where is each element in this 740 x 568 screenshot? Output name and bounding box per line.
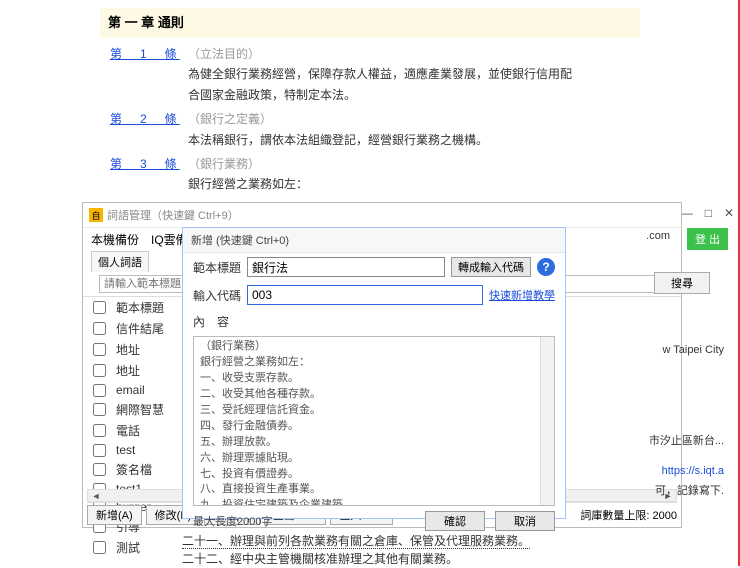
list-checkbox[interactable] bbox=[93, 403, 106, 416]
close-icon[interactable]: ✕ bbox=[724, 206, 734, 220]
partial-link[interactable]: https://s.iqt.a bbox=[662, 465, 724, 477]
list-checkbox[interactable] bbox=[93, 322, 106, 335]
article-text: 二十二、經中央主管機關核准辦理之其他有關業務。 bbox=[182, 550, 530, 568]
article-link[interactable]: 第 3 條 bbox=[110, 154, 188, 195]
content-line: （銀行業務） bbox=[200, 339, 548, 355]
search-button[interactable]: 搜尋 bbox=[654, 272, 710, 294]
dialog-title: 新增 (快速鍵 Ctrl+0) bbox=[183, 228, 565, 253]
content-line: 銀行經營之業務如左： bbox=[200, 355, 548, 371]
article-subtitle: （立法目的） bbox=[188, 44, 700, 64]
content-line: 一、收受支票存款。 bbox=[200, 371, 548, 387]
list-checkbox[interactable] bbox=[93, 384, 106, 397]
maximize-icon[interactable]: □ bbox=[705, 206, 712, 220]
list-item-label: 範本標題 bbox=[116, 299, 164, 316]
article-3: 第 3 條 （銀行業務） 銀行經營之業務如左： bbox=[110, 154, 700, 195]
scroll-left-icon[interactable]: ◄ bbox=[90, 491, 102, 501]
article-subtitle: （銀行業務） bbox=[188, 154, 700, 174]
max-length-label: 最大長度2000字 bbox=[193, 513, 272, 529]
content-line: 五、辦理放款。 bbox=[200, 435, 548, 451]
window-controls: — □ ✕ bbox=[681, 206, 734, 220]
content-line: 三、受託經理信託資金。 bbox=[200, 403, 548, 419]
content-textarea[interactable]: （銀行業務）銀行經營之業務如左：一、收受支票存款。二、收受其他各種存款。三、受託… bbox=[193, 336, 555, 506]
partial-text: 市汐止區新台... bbox=[649, 432, 724, 448]
background-document-bottom: 二十一、辦理與前列各款業務有關之倉庫、保管及代理服務業務。 二十二、經中央主管機… bbox=[182, 532, 530, 568]
help-icon[interactable]: ? bbox=[537, 258, 555, 276]
content-line: 七、投資有價證券。 bbox=[200, 467, 548, 483]
list-item-label: 測試 bbox=[116, 539, 140, 556]
content-line: 四、發行金融債券。 bbox=[200, 419, 548, 435]
content-line: 六、辦理票據貼現。 bbox=[200, 451, 548, 467]
article-1: 第 1 條 （立法目的） 為健全銀行業務經營，保障存款人權益，適應產業發展，並使… bbox=[110, 44, 700, 105]
list-checkbox[interactable] bbox=[93, 444, 106, 457]
list-item-label: 信件結尾 bbox=[116, 320, 164, 337]
add-phrase-dialog: 新增 (快速鍵 Ctrl+0) 範本標題 轉成輸入代碼 ? 輸入代碼 快速新增教… bbox=[182, 227, 566, 519]
list-item-label: 地址 bbox=[116, 341, 140, 358]
list-checkbox[interactable] bbox=[93, 424, 106, 437]
list-checkbox[interactable] bbox=[93, 301, 106, 314]
label-content: 內 容 bbox=[193, 313, 241, 330]
limit-label: 詞庫數量上限: 2000 bbox=[580, 507, 677, 523]
partial-text: .com bbox=[646, 230, 670, 242]
convert-code-button[interactable]: 轉成輸入代碼 bbox=[451, 257, 531, 277]
background-document: 第 一 章 通則 第 1 條 （立法目的） 為健全銀行業務經營，保障存款人權益，… bbox=[0, 0, 740, 207]
list-checkbox[interactable] bbox=[93, 463, 106, 476]
list-checkbox[interactable] bbox=[93, 343, 106, 356]
article-link[interactable]: 第 2 條 bbox=[110, 109, 188, 150]
label-input-code: 輸入代碼 bbox=[193, 287, 241, 304]
list-item-label: email bbox=[116, 383, 145, 397]
article-text: 銀行經營之業務如左： bbox=[188, 174, 700, 194]
tutorial-link[interactable]: 快速新增教學 bbox=[489, 287, 555, 303]
vertical-scrollbar[interactable] bbox=[540, 337, 554, 505]
minimize-icon[interactable]: — bbox=[681, 206, 693, 220]
article-text: 合國家金融政策，特制定本法。 bbox=[188, 85, 700, 105]
article-subtitle: （銀行之定義） bbox=[188, 109, 700, 129]
template-title-input[interactable] bbox=[247, 257, 445, 277]
list-item-label: 電話 bbox=[116, 422, 140, 439]
article-text: 二十一、辦理與前列各款業務有關之倉庫、保管及代理服務業務。 bbox=[182, 532, 530, 550]
label-template-title: 範本標題 bbox=[193, 259, 241, 276]
list-item-label: test bbox=[116, 443, 135, 457]
tab-personal-phrases[interactable]: 個人詞語 bbox=[91, 251, 149, 272]
cancel-button[interactable]: 取消 bbox=[495, 511, 555, 531]
logout-button[interactable]: 登 出 bbox=[687, 228, 728, 250]
window-titlebar: 自 詞語管理（快速鍵 Ctrl+9） bbox=[83, 203, 681, 228]
chapter-heading: 第 一 章 通則 bbox=[100, 8, 640, 38]
list-item-label: 網際智慧 bbox=[116, 401, 164, 418]
list-checkbox[interactable] bbox=[93, 541, 106, 554]
ok-button[interactable]: 確認 bbox=[425, 511, 485, 531]
content-line: 九、投資住宅建築及企業建築。 bbox=[200, 498, 548, 506]
list-item-label: 地址 bbox=[116, 362, 140, 379]
article-text: 本法稱銀行，謂依本法組織登記，經營銀行業務之機構。 bbox=[188, 130, 700, 150]
content-line: 八、直接投資生產事業。 bbox=[200, 482, 548, 498]
partial-text: 可，記錄寫下. bbox=[655, 482, 724, 498]
input-code-field[interactable] bbox=[247, 285, 483, 305]
article-text: 為健全銀行業務經營，保障存款人權益，適應產業發展，並使銀行信用配 bbox=[188, 64, 700, 84]
tab-local-backup[interactable]: 本機備份 bbox=[91, 231, 139, 248]
list-item-label: 簽名檔 bbox=[116, 461, 152, 478]
list-checkbox[interactable] bbox=[93, 364, 106, 377]
article-link[interactable]: 第 1 條 bbox=[110, 44, 188, 105]
content-line: 二、收受其他各種存款。 bbox=[200, 387, 548, 403]
window-title: 詞語管理（快速鍵 Ctrl+9） bbox=[107, 207, 239, 223]
partial-text: w Taipei City bbox=[662, 344, 724, 356]
app-icon: 自 bbox=[89, 208, 103, 222]
add-button[interactable]: 新增(A) bbox=[87, 505, 142, 525]
article-2: 第 2 條 （銀行之定義） 本法稱銀行，謂依本法組織登記，經營銀行業務之機構。 bbox=[110, 109, 700, 150]
